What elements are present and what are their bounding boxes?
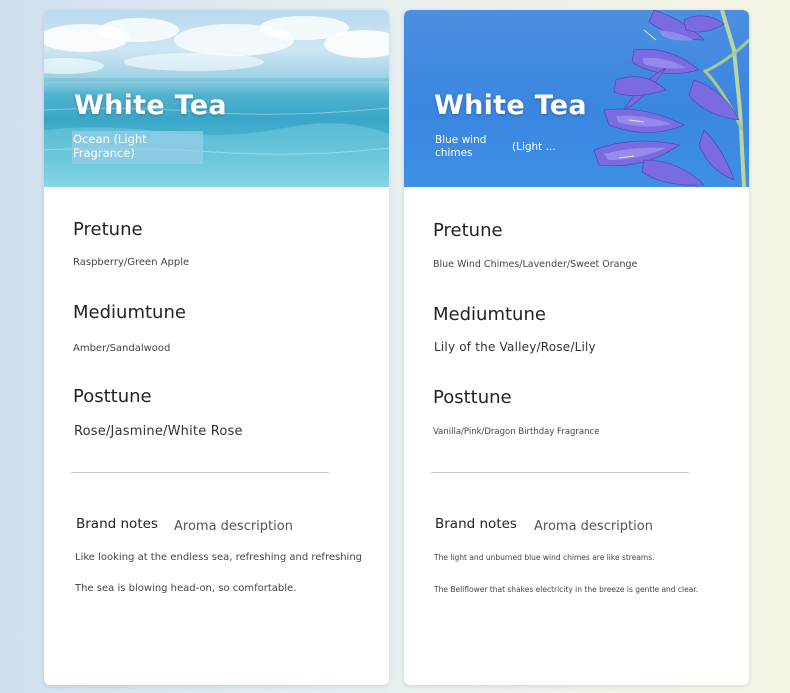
top-note-value: Raspberry/Green Apple (73, 257, 190, 268)
ocean-banner-image: White Tea Ocean (Light Fragrance) (44, 10, 389, 187)
top-note-value: Blue Wind Chimes/Lavender/Sweet Orange (433, 259, 638, 270)
brand-notes-label: Brand notes (435, 516, 517, 532)
card-title: White Tea (434, 90, 587, 121)
divider (71, 472, 329, 473)
top-note-heading: Pretune (433, 220, 503, 241)
divider (431, 472, 689, 473)
blue-banner-image: White Tea Blue wind chimes (Light ... (404, 10, 749, 187)
middle-note-heading: Mediumtune (433, 304, 546, 325)
brand-notes-label: Brand notes (76, 516, 158, 532)
middle-note-value: Lily of the Valley/Rose/Lily (434, 340, 596, 354)
base-note-value: Rose/Jasmine/White Rose (74, 424, 243, 439)
product-card-blue-wind-chimes: White Tea Blue wind chimes (Light ... Pr… (404, 10, 749, 685)
card-title: White Tea (74, 90, 227, 121)
base-note-heading: Posttune (433, 387, 512, 408)
card-subtitle: Ocean (Light Fragrance) (73, 132, 147, 160)
aroma-description-label: Aroma description (174, 519, 293, 534)
card-subtitle-fragrance: (Light ... (512, 141, 556, 153)
aroma-description-label: Aroma description (534, 519, 653, 534)
middle-note-heading: Mediumtune (73, 302, 186, 323)
description-line-1: The light and unburned blue wind chimes … (434, 553, 655, 562)
base-note-value: Vanilla/Pink/Dragon Birthday Fragrance (433, 427, 600, 437)
base-note-heading: Posttune (73, 386, 152, 407)
top-note-heading: Pretune (73, 219, 143, 240)
product-card-ocean: White Tea Ocean (Light Fragrance) Pretun… (44, 10, 389, 685)
description-line-2: The Bellflower that shakes electricity i… (434, 585, 699, 594)
description-line-2: The sea is blowing head-on, so comfortab… (75, 583, 297, 594)
description-line-1: Like looking at the endless sea, refresh… (75, 552, 363, 563)
middle-note-value: Amber/Sandalwood (73, 343, 171, 354)
